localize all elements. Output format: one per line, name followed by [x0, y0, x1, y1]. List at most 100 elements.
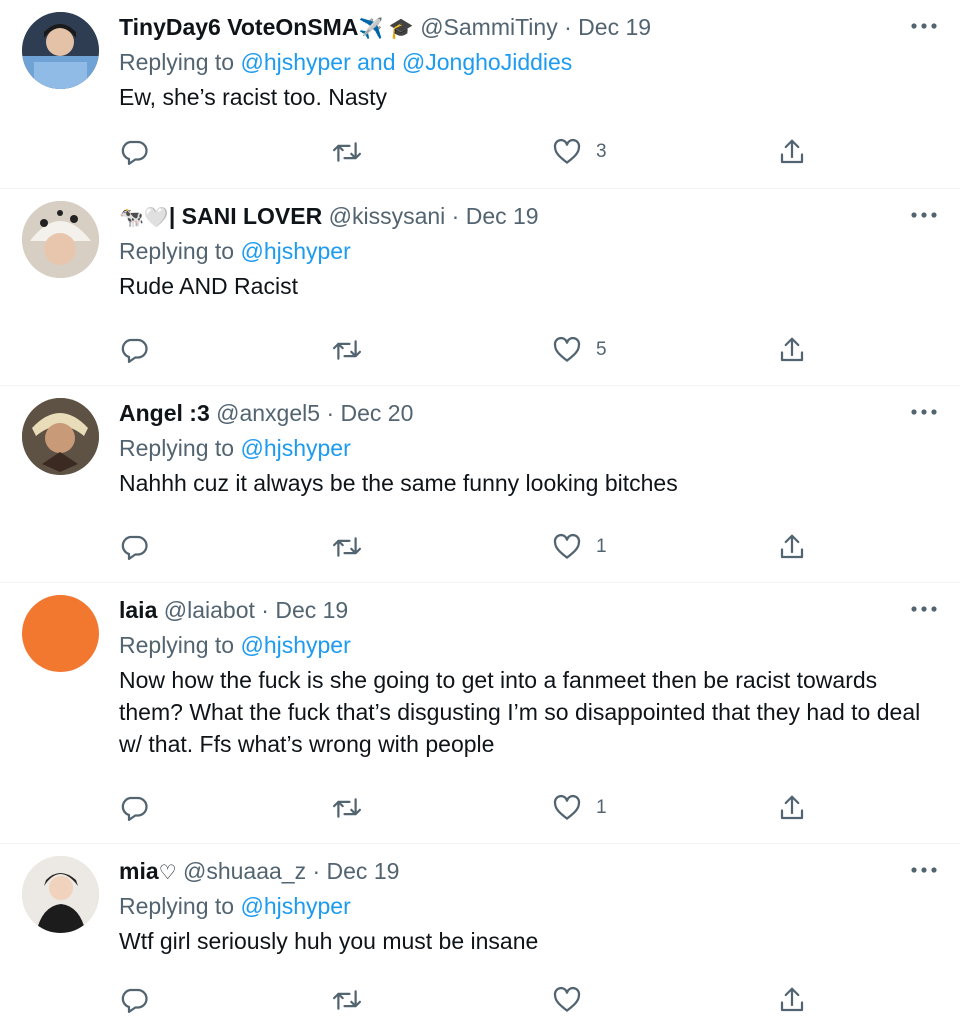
avatar-image — [22, 12, 99, 89]
reply-button[interactable] — [119, 135, 149, 169]
share-button[interactable] — [777, 135, 807, 169]
tweet[interactable]: 🐄🤍| SANI LOVER @kissysani · Dec 19 Reply… — [0, 189, 960, 386]
share-button[interactable] — [777, 791, 807, 825]
more-icon[interactable] — [910, 398, 938, 426]
like-button[interactable]: 3 — [552, 135, 607, 169]
tweet-date[interactable]: Dec 19 — [327, 858, 400, 884]
tweet-text: Ew, she’s racist too. Nasty — [119, 84, 388, 110]
reply-button[interactable] — [119, 983, 149, 1017]
name-emoji: ✈️ 🎓 — [358, 18, 414, 40]
tweet-header: mia♡ @shuaaa_z · Dec 19 — [119, 856, 938, 886]
share-icon — [780, 987, 804, 1012]
reply-button[interactable] — [119, 333, 149, 367]
like-button[interactable] — [552, 983, 596, 1017]
reply-icon — [121, 338, 148, 363]
replying-mention[interactable]: @hjshyper — [240, 238, 350, 264]
heart-icon — [553, 336, 581, 362]
heart-icon — [553, 533, 581, 559]
reply-button[interactable] — [119, 530, 149, 564]
replying-mention[interactable]: @hjshyper and @JonghoJiddies — [240, 49, 572, 75]
more-icon[interactable] — [910, 595, 938, 623]
display-name[interactable]: | SANI LOVER — [169, 203, 322, 229]
tweet-actions: 3 — [119, 135, 960, 169]
like-count: 1 — [596, 536, 607, 557]
tweet-date[interactable]: Dec 19 — [466, 203, 539, 229]
retweet-button[interactable] — [331, 983, 363, 1017]
retweet-button[interactable] — [331, 530, 363, 564]
replying-to: Replying to @hjshyper — [119, 234, 938, 268]
display-name[interactable]: TinyDay6 VoteOnSMA — [119, 14, 358, 40]
retweet-button[interactable] — [331, 791, 363, 825]
tweet-actions: 5 — [119, 333, 960, 367]
replying-prefix: Replying to — [119, 49, 235, 75]
tweet-actions: 1 — [119, 530, 960, 564]
replying-to: Replying to @hjshyper — [119, 889, 938, 923]
user-handle[interactable]: @laiabot — [164, 597, 255, 623]
share-button[interactable] — [777, 333, 807, 367]
heart-icon — [553, 986, 581, 1012]
name-emoji: ♡ — [158, 862, 177, 884]
avatar[interactable] — [22, 856, 99, 933]
heart-icon — [553, 138, 581, 164]
display-name[interactable]: laia — [119, 597, 157, 623]
reply-button[interactable] — [119, 791, 149, 825]
name-emoji: 🐄🤍 — [119, 207, 169, 229]
like-button[interactable]: 1 — [552, 530, 607, 564]
tweet-header: Angel :3 @anxgel5 · Dec 20 — [119, 398, 938, 428]
separator-dot: · — [326, 400, 335, 426]
retweet-icon — [332, 990, 362, 1010]
retweet-icon — [332, 142, 362, 162]
like-count: 1 — [596, 797, 607, 818]
replying-prefix: Replying to — [119, 435, 235, 461]
retweet-button[interactable] — [331, 135, 363, 169]
tweet-date[interactable]: Dec 19 — [578, 14, 651, 40]
share-button[interactable] — [777, 983, 807, 1017]
more-icon[interactable] — [910, 856, 938, 884]
tweet[interactable]: Angel :3 @anxgel5 · Dec 20 Replying to @… — [0, 386, 960, 583]
display-name[interactable]: mia — [119, 858, 159, 884]
reply-icon — [121, 796, 148, 821]
replying-mention[interactable]: @hjshyper — [240, 893, 350, 919]
avatar[interactable] — [22, 398, 99, 475]
user-handle[interactable]: @anxgel5 — [216, 400, 320, 426]
reply-icon — [121, 988, 148, 1013]
replying-mention[interactable]: @hjshyper — [240, 435, 350, 461]
replying-prefix: Replying to — [119, 893, 235, 919]
tweet-date[interactable]: Dec 20 — [341, 400, 414, 426]
avatar[interactable] — [22, 201, 99, 278]
more-icon[interactable] — [910, 201, 938, 229]
display-name[interactable]: Angel :3 — [119, 400, 210, 426]
separator-dot: · — [564, 14, 572, 40]
like-button[interactable]: 1 — [552, 791, 607, 825]
avatar[interactable] — [22, 595, 99, 672]
replying-mention[interactable]: @hjshyper — [240, 632, 350, 658]
share-button[interactable] — [777, 530, 807, 564]
replying-to: Replying to @hjshyper and @JonghoJiddies — [119, 45, 938, 79]
share-icon — [780, 139, 804, 164]
tweet-actions: 1 — [119, 791, 960, 825]
share-icon — [780, 795, 804, 820]
share-icon — [780, 337, 804, 362]
tweet[interactable]: laia @laiabot · Dec 19 Replying to @hjsh… — [0, 583, 960, 844]
tweet-date[interactable]: Dec 19 — [275, 597, 348, 623]
replying-prefix: Replying to — [119, 238, 235, 264]
separator-dot: · — [312, 858, 321, 884]
retweet-icon — [332, 537, 362, 557]
tweet-text: Nahhh cuz it always be the same funny lo… — [119, 470, 678, 496]
user-handle[interactable]: @shuaaa_z — [183, 858, 306, 884]
tweet[interactable]: TinyDay6 VoteOnSMA✈️ 🎓 @SammiTiny · Dec … — [0, 0, 960, 189]
tweet-actions — [119, 983, 960, 1017]
user-handle[interactable]: @SammiTiny — [420, 14, 558, 40]
more-icon[interactable] — [910, 12, 938, 40]
replying-prefix: Replying to — [119, 632, 235, 658]
user-handle[interactable]: @kissysani — [329, 203, 446, 229]
separator-dot: · — [451, 203, 460, 229]
tweet[interactable]: mia♡ @shuaaa_z · Dec 19 Replying to @hjs… — [0, 844, 960, 1029]
reply-icon — [121, 535, 148, 560]
like-button[interactable]: 5 — [552, 333, 607, 367]
retweet-button[interactable] — [331, 333, 363, 367]
reply-icon — [121, 140, 148, 165]
avatar[interactable] — [22, 12, 99, 89]
share-icon — [780, 534, 804, 559]
replying-to: Replying to @hjshyper — [119, 431, 938, 465]
